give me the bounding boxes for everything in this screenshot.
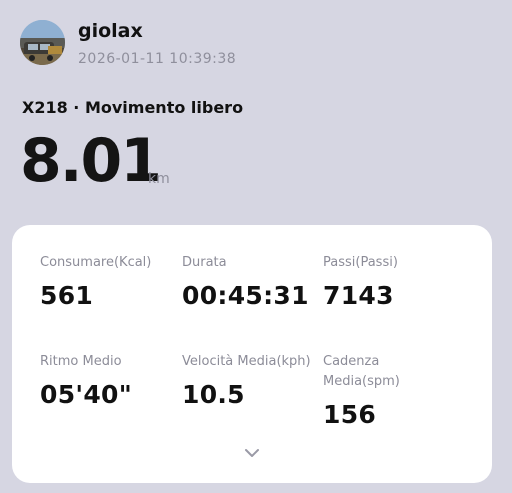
avatar[interactable]	[20, 20, 65, 65]
distance-value: 8.01	[20, 126, 162, 196]
stat-label: Cadenza Media(spm)	[323, 354, 400, 389]
username[interactable]: giolax	[78, 20, 143, 42]
activity-timestamp: 2026-01-11 10:39:38	[78, 51, 237, 67]
stat-avg-cadence: Cadenza Media(spm) 156	[323, 352, 423, 429]
stat-label: Passi(Passi)	[323, 255, 398, 270]
stat-label: Durata	[182, 255, 227, 270]
stat-label: Velocità Media(kph)	[182, 354, 311, 369]
profile-header: giolax 2026-01-11 10:39:38	[20, 20, 480, 67]
distance-display: 8.01 km	[20, 126, 170, 196]
stat-value: 10.5	[182, 380, 245, 409]
stat-calories: Consumare(Kcal) 561	[40, 253, 180, 310]
stat-steps: Passi(Passi) 7143	[323, 253, 463, 310]
stat-value: 7143	[323, 281, 394, 310]
activity-title: X218 · Movimento libero	[22, 98, 244, 117]
stat-value: 05'40"	[40, 380, 133, 409]
stat-avg-speed: Velocità Media(kph) 10.5	[182, 352, 322, 409]
avatar-photo-icon	[20, 20, 65, 65]
stat-avg-pace: Ritmo Medio 05'40"	[40, 352, 180, 409]
stat-duration: Durata 00:45:31	[182, 253, 322, 310]
stat-label: Ritmo Medio	[40, 354, 122, 369]
stats-card: Consumare(Kcal) 561 Durata 00:45:31 Pass…	[12, 225, 492, 483]
stat-value: 156	[323, 400, 377, 429]
distance-unit: km	[148, 171, 170, 187]
stat-value: 00:45:31	[182, 281, 309, 310]
stat-label: Consumare(Kcal)	[40, 255, 152, 270]
stat-value: 561	[40, 281, 94, 310]
chevron-down-icon[interactable]	[244, 447, 260, 459]
